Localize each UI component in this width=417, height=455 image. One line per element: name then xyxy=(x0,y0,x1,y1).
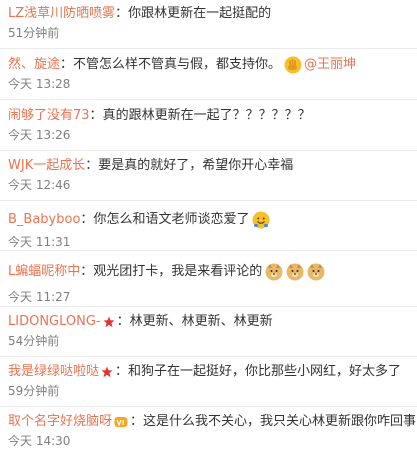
comment-item: LZ浅草川防晒喷雾 ： 你跟林更新在一起挺配的 51分钟前 xyxy=(0,0,417,49)
comment-feed: LZ浅草川防晒喷雾 ： 你跟林更新在一起挺配的 51分钟前 然、旋途 ： 不管怎… xyxy=(0,0,417,455)
comment-text: 这是什么我不关心，我只关心林更新跟你咋回事 xyxy=(143,414,417,429)
comment-username[interactable]: B_Babyboo xyxy=(8,210,80,230)
star-badge-icon xyxy=(101,366,113,378)
comment-text: 观光团打卡，我是来看评论的 xyxy=(93,264,263,279)
comment-username[interactable]: 然、旋途 xyxy=(8,55,60,75)
comment-line: 取个名字好烧脑呀 ： 这是什么我不关心，我只关心林更新跟你咋回事 xyxy=(8,412,417,432)
divider xyxy=(0,48,417,49)
comment-time: 今天 13:26 xyxy=(8,128,71,142)
divider xyxy=(0,150,417,151)
comment-username[interactable]: WJK一起成长 xyxy=(8,156,85,176)
comment-colon: ： xyxy=(60,57,74,72)
comment-item: WJK一起成长 ： 要是真的就好了，希望你开心幸福 今天 12:46 xyxy=(0,152,417,201)
comment-colon: ： xyxy=(115,364,129,379)
comment-colon: ： xyxy=(115,6,129,21)
divider xyxy=(0,356,417,357)
comment-username[interactable]: 取个名字好烧脑呀 xyxy=(8,412,112,432)
comment-time: 今天 12:46 xyxy=(8,178,71,192)
comment-item: 取个名字好烧脑呀 ： 这是什么我不关心，我只关心林更新跟你咋回事 今天 14:3… xyxy=(0,408,417,455)
comment-text: 你跟林更新在一起挺配的 xyxy=(128,6,272,21)
comment-time: 今天 13:28 xyxy=(8,77,71,91)
smile-emoji-icon xyxy=(252,211,270,229)
comment-colon: ： xyxy=(130,414,144,429)
comment-time: 51分钟前 xyxy=(8,26,60,40)
doge-emoji-icon xyxy=(286,263,304,281)
comment-text: 真的跟林更新在一起了？？？？？？ xyxy=(102,108,311,123)
comment-text: 和狗子在一起挺好，你比那些小网红，好太多了 xyxy=(128,364,402,379)
mention-link[interactable]: @王丽坤 xyxy=(304,55,356,75)
doge-emoji-icon xyxy=(307,263,325,281)
comment-colon: ： xyxy=(85,158,99,173)
comment-time: 54分钟前 xyxy=(8,334,60,348)
comment-line: 闹够了没有73 ： 真的跟林更新在一起了？？？？？？ xyxy=(8,106,311,126)
comment-line: LZ浅草川防晒喷雾 ： 你跟林更新在一起挺配的 xyxy=(8,4,271,24)
comment-text: 要是真的就好了，希望你开心幸福 xyxy=(98,158,294,173)
comment-username[interactable]: L蝙蝠昵称中 xyxy=(8,262,80,282)
comment-line: 然、旋途 ： 不管怎么样不管真与假，都支持你。 @王丽坤 xyxy=(8,55,356,75)
comment-text: 林更新、林更新、林更新 xyxy=(129,314,273,329)
divider xyxy=(0,99,417,100)
comment-colon: ： xyxy=(80,264,94,279)
comment-line: B_Babyboo ： 你怎么和语文老师谈恋爱了 xyxy=(8,210,270,230)
vip-badge-icon xyxy=(114,416,128,428)
comment-colon: ： xyxy=(89,108,103,123)
comment-line: 我是绿绿哒啦哒 ： 和狗子在一起挺好，你比那些小网红，好太多了 xyxy=(8,362,401,382)
hand-emoji-icon xyxy=(284,56,302,74)
comment-item: LIDONGLONG- ： 林更新、林更新、林更新 54分钟前 xyxy=(0,308,417,357)
comment-text: 不管怎么样不管真与假，都支持你。 xyxy=(73,57,282,72)
comment-username[interactable]: LZ浅草川防晒喷雾 xyxy=(8,4,115,24)
comment-line: L蝙蝠昵称中 ： 观光团打卡，我是来看评论的 xyxy=(8,262,325,282)
comment-time: 今天 11:31 xyxy=(8,235,71,249)
comment-colon: ： xyxy=(80,212,94,227)
comment-item: 然、旋途 ： 不管怎么样不管真与假，都支持你。 @王丽坤 今天 13:28 xyxy=(0,51,417,100)
comment-item: 闹够了没有73 ： 真的跟林更新在一起了？？？？？？ 今天 13:26 xyxy=(0,102,417,151)
divider xyxy=(0,406,417,407)
comment-item: 我是绿绿哒啦哒 ： 和狗子在一起挺好，你比那些小网红，好太多了 59分钟前 xyxy=(0,358,417,407)
comment-line: WJK一起成长 ： 要是真的就好了，希望你开心幸福 xyxy=(8,156,293,176)
divider xyxy=(0,250,417,251)
comment-item: B_Babyboo ： 你怎么和语文老师谈恋爱了 今天 11:31 xyxy=(0,202,417,251)
comment-time: 59分钟前 xyxy=(8,384,60,398)
comment-time: 今天 11:27 xyxy=(8,290,71,304)
divider xyxy=(0,200,417,201)
divider xyxy=(0,306,417,307)
comment-item: L蝙蝠昵称中 ： 观光团打卡，我是来看评论的 今天 11:27 xyxy=(0,258,417,307)
comment-username[interactable]: 闹够了没有73 xyxy=(8,106,90,126)
comment-time: 今天 14:30 xyxy=(8,434,71,448)
comment-username[interactable]: 我是绿绿哒啦哒 xyxy=(8,362,99,382)
comment-line: LIDONGLONG- ： 林更新、林更新、林更新 xyxy=(8,312,273,332)
doge-emoji-icon xyxy=(265,263,283,281)
star-badge-icon xyxy=(103,316,115,328)
comment-text: 你怎么和语文老师谈恋爱了 xyxy=(93,212,250,227)
comment-colon: ： xyxy=(116,314,130,329)
comment-username[interactable]: LIDONGLONG- xyxy=(8,312,101,332)
